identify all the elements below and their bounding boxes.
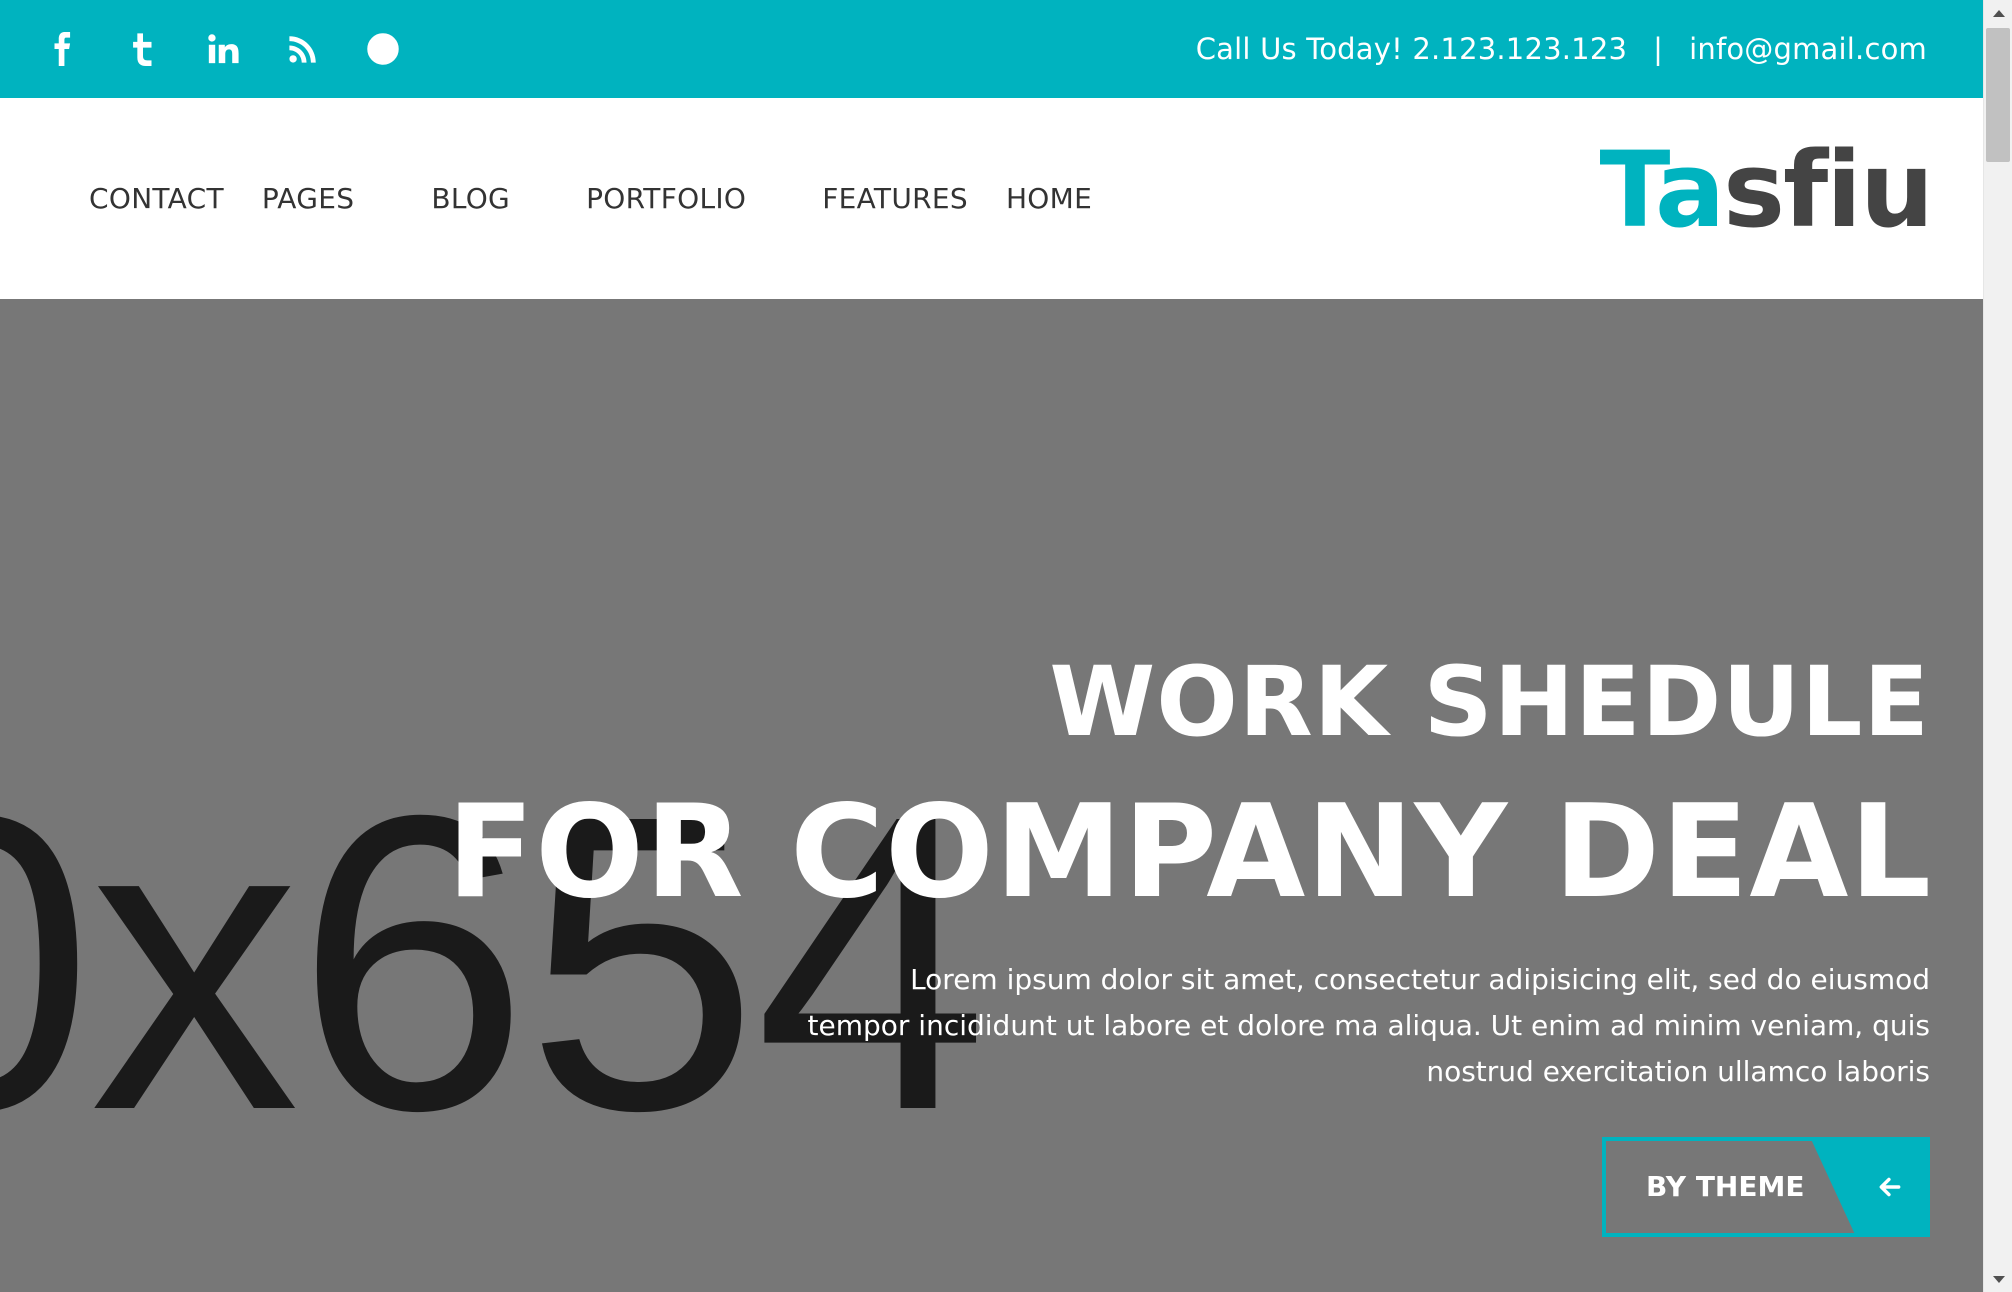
site-logo[interactable]: Tasfiu [1599,138,1934,242]
social-links [44,30,444,68]
logo-text-accent: Ta [1599,129,1725,251]
hero-slider: 0x654 WORK SHEDULE FOR COMPANY DEAL Lore… [0,299,1983,1292]
hero-title-line2: FOR COMPANY DEAL [446,778,1932,927]
vertical-scrollbar[interactable] [1983,0,2012,1292]
twitter-icon[interactable] [124,30,162,68]
by-theme-button-label: BY THEME [1646,1170,1805,1203]
contact-separator: | [1653,32,1664,66]
email-link[interactable]: info@gmail.com [1689,32,1927,66]
nav-item-features[interactable]: FEATURES [822,182,968,215]
hero-title-line1: WORK SHEDULE [1049,646,1930,758]
page: Call Us Today! 2.123.123.123 | info@gmai… [0,0,2012,1292]
scrollbar-thumb[interactable] [1986,28,2010,162]
logo-text-dark: sfiu [1723,129,1934,251]
arrow-left-icon [1870,1167,1910,1207]
by-theme-button[interactable]: BY THEME [1602,1137,1930,1237]
nav-item-portfolio[interactable]: PORTFOLIO [586,182,746,215]
nav-item-contact[interactable]: CONTACT [89,182,224,215]
rss-icon[interactable] [284,30,322,68]
nav-item-blog[interactable]: BLOG [431,182,510,215]
dribbble-icon[interactable] [364,30,402,68]
facebook-icon[interactable] [44,30,82,68]
nav-item-pages[interactable]: PAGES [262,182,354,215]
phone-text: Call Us Today! 2.123.123.123 [1195,32,1628,66]
main-menu: CONTACT PAGES BLOG PORTFOLIO FEATURES HO… [89,98,1092,299]
scroll-up-arrow-icon[interactable] [1984,0,2012,26]
scroll-down-arrow-icon[interactable] [1984,1266,2012,1292]
hero-description: Lorem ipsum dolor sit amet, consectetur … [807,963,1931,1088]
main-header: CONTACT PAGES BLOG PORTFOLIO FEATURES HO… [0,98,1983,299]
linkedin-icon[interactable] [204,30,242,68]
contact-info: Call Us Today! 2.123.123.123 | info@gmai… [1196,32,1927,66]
top-bar: Call Us Today! 2.123.123.123 | info@gmai… [0,0,1983,98]
nav-item-home[interactable]: HOME [1006,182,1092,215]
